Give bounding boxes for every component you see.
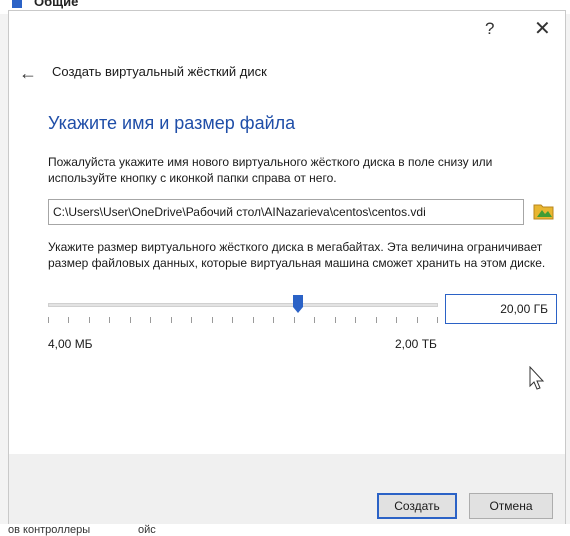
slider-tick bbox=[232, 317, 233, 323]
background-bottom-label: ов контроллеры bbox=[8, 524, 91, 536]
slider-tick bbox=[437, 317, 438, 323]
slider-tick bbox=[294, 317, 295, 323]
background-right-edge bbox=[566, 14, 570, 524]
disk-size-input[interactable]: 20,00 ГБ bbox=[445, 294, 557, 324]
slider-ticks bbox=[48, 317, 438, 325]
create-virtual-disk-dialog: ? ✕ ← Создать виртуальный жёсткий диск У… bbox=[8, 10, 566, 524]
slider-tick bbox=[150, 317, 151, 323]
slider-track[interactable] bbox=[48, 303, 438, 307]
slider-tick bbox=[191, 317, 192, 323]
slider-tick bbox=[376, 317, 377, 323]
mouse-cursor-icon bbox=[529, 366, 545, 390]
slider-tick bbox=[335, 317, 336, 323]
close-button[interactable]: ✕ bbox=[534, 16, 551, 41]
choose-folder-icon[interactable] bbox=[533, 201, 555, 221]
slider-tick bbox=[48, 317, 49, 323]
slider-max-label: 2,00 ТБ bbox=[395, 337, 437, 351]
background-section-label: Общие bbox=[34, 0, 79, 9]
slider-min-label: 4,00 МБ bbox=[48, 337, 93, 351]
slider-tick bbox=[89, 317, 90, 323]
slider-thumb[interactable] bbox=[293, 295, 303, 313]
page-title: Укажите имя и размер файла bbox=[48, 113, 296, 133]
slider-tick bbox=[212, 317, 213, 323]
background-left-edge bbox=[0, 14, 8, 524]
slider-tick bbox=[171, 317, 172, 323]
background-window-bottom: ов контроллеры ойс bbox=[0, 524, 570, 536]
slider-tick bbox=[109, 317, 110, 323]
file-location-description: Пожалуйста укажите имя нового виртуально… bbox=[48, 155, 493, 185]
slider-tick bbox=[130, 317, 131, 323]
slider-tick bbox=[355, 317, 356, 323]
background-bottom-label-2: ойс bbox=[138, 524, 156, 536]
create-button[interactable]: Создать bbox=[377, 493, 457, 519]
slider-tick bbox=[396, 317, 397, 323]
slider-tick bbox=[273, 317, 274, 323]
slider-tick bbox=[68, 317, 69, 323]
wizard-title: Создать виртуальный жёсткий диск bbox=[52, 64, 267, 79]
background-app-icon bbox=[12, 0, 22, 8]
help-button[interactable]: ? bbox=[485, 19, 494, 39]
slider-tick bbox=[253, 317, 254, 323]
cancel-button[interactable]: Отмена bbox=[469, 493, 553, 519]
back-arrow-icon[interactable]: ← bbox=[19, 63, 37, 84]
file-path-input[interactable]: C:\Users\User\OneDrive\Рабочий стол\AINa… bbox=[48, 199, 524, 225]
slider-tick bbox=[314, 317, 315, 323]
slider-tick bbox=[417, 317, 418, 323]
disk-size-description: Укажите размер виртуального жёсткого дис… bbox=[48, 240, 546, 270]
disk-size-slider[interactable] bbox=[48, 295, 438, 331]
